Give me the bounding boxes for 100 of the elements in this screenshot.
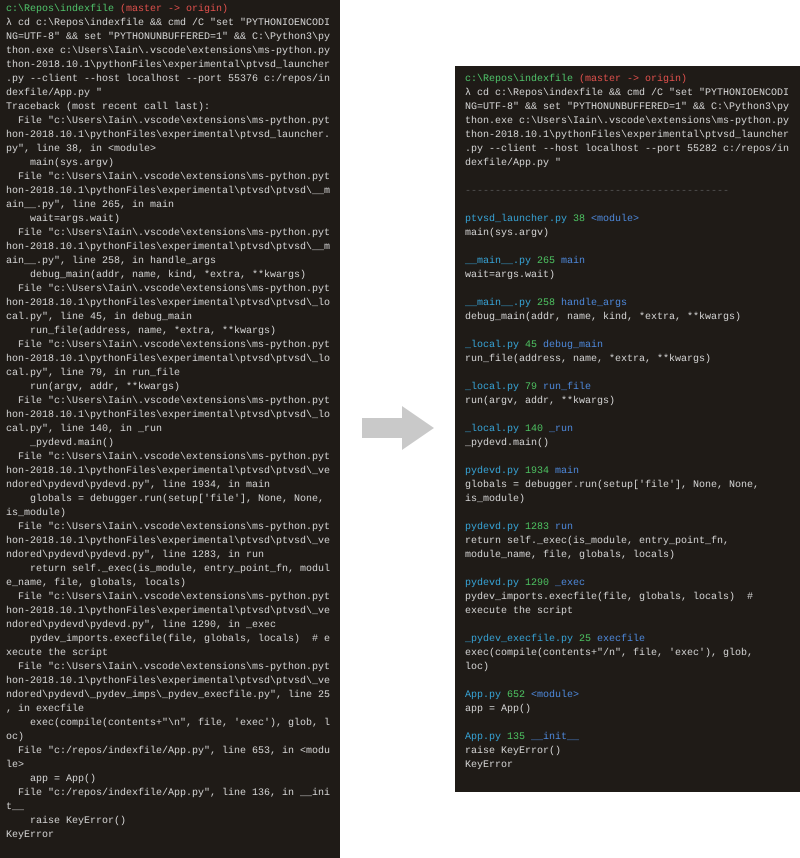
function-name: <module> (531, 689, 580, 703)
terminal-line: hon-2018.10.1\pythonFiles\experimental\ptvsd\ptvsd\_ve (6, 465, 332, 479)
function-name: run (555, 521, 574, 535)
terminal-line: py", line 38, in <module> (6, 143, 158, 157)
file-name: pydevd.py (465, 577, 520, 591)
line-number: 45 (525, 339, 538, 353)
terminal-line: t__ (6, 801, 26, 815)
terminal-line: le> (6, 759, 26, 773)
function-name: _run (549, 423, 574, 437)
terminal-line: File "c:\Users\Iain\.vscode\extensions\ms-python.pyt (17, 661, 332, 675)
code-line: pydev_imports.execfile(file, globals, locals) # (465, 591, 754, 605)
file-name: pydevd.py (465, 521, 520, 535)
code-line: module_name, file, globals, locals) (465, 549, 676, 563)
code-line: return self._exec(is_module, entry_point_fn, (465, 535, 730, 549)
function-name: __init__ (531, 731, 580, 745)
terminal-line: thon-2018.10.1\pythonFiles\experimental\ptvsd_launcher (465, 129, 790, 143)
terminal-line: cal.py", line 45, in debug_main (6, 311, 194, 325)
terminal-line: ndored\pydevd\pydevd.py", line 1290, in _exec (6, 619, 278, 633)
branch-name: (master -> origin) (579, 73, 688, 87)
code-line: is_module) (465, 493, 526, 507)
file-name: _pydev_execfile.py (465, 633, 574, 647)
function-name: _exec (555, 577, 586, 591)
code-line: globals = debugger.run(setup['file'], None, None, (465, 479, 760, 493)
terminal-line: run(argv, addr, **kwargs) (29, 381, 182, 395)
terminal-line: hon-2018.10.1\pythonFiles\experimental\ptvsd\ptvsd\_ve (6, 675, 332, 689)
terminal-line: thon.exe c:\Users\Iain\.vscode\extensions\ms-python.py (465, 115, 790, 129)
terminal-line: dexfile/App.py " (6, 87, 104, 101)
terminal-line: .py --client --host localhost --port 55282 c:/repos/in (465, 143, 790, 157)
line-number: 25 (579, 633, 592, 647)
terminal-line: thon-2018.10.1\pythonFiles\experimental\ptvsd_launcher (6, 59, 332, 73)
terminal-line: NG=UTF-8" && set "PYTHONUNBUFFERED=1" && C:\Python3\py (6, 31, 332, 45)
code-line: run(argv, addr, **kwargs) (465, 395, 616, 409)
terminal-line: File "c:\Users\Iain\.vscode\extensions\ms-python.pyt (17, 283, 332, 297)
file-name: pydevd.py (465, 465, 520, 479)
terminal-line: ain__.py", line 265, in main (6, 199, 176, 213)
separator-line: -------------------------------------------- (465, 185, 730, 199)
terminal-line: exec(compile(contents+"\n", file, 'exec'), glob, l (29, 717, 332, 731)
terminal-line: ain__.py", line 258, in handle_args (6, 255, 218, 269)
terminal-line: raise KeyError() (29, 815, 128, 829)
terminal-line: File "c:\Users\Iain\.vscode\extensions\ms-python.pyt (17, 339, 332, 353)
line-number: 38 (573, 213, 586, 227)
terminal-line: debug_main(addr, name, kind, *extra, **kwargs) (29, 269, 308, 283)
file-name: ptvsd_launcher.py (465, 213, 568, 227)
code-line: loc) (465, 661, 490, 675)
function-name: handle_args (561, 297, 628, 311)
terminal-line: thon.exe c:\Users\Iain\.vscode\extensions\ms-python.py (6, 45, 332, 59)
terminal-line: KeyError (6, 829, 56, 843)
line-number: 140 (525, 423, 544, 437)
terminal-line: run_file(address, name, *extra, **kwargs) (29, 325, 278, 339)
line-number: 265 (537, 255, 556, 269)
file-name: _local.py (465, 423, 520, 437)
prompt-path: c:\Repos\indexfile (465, 73, 574, 87)
code-line: run_file(address, name, *extra, **kwargs) (465, 353, 712, 367)
terminal-line: NG=UTF-8" && set "PYTHONUNBUFFERED=1" && C:\Python3\py (465, 101, 790, 115)
file-name: App.py (465, 689, 502, 703)
terminal-line: File "c:\Users\Iain\.vscode\extensions\ms-python.pyt (17, 395, 332, 409)
terminal-line: xecute the script (6, 647, 110, 661)
terminal-line: File "c:\Users\Iain\.vscode\extensions\ms-python.pyt (17, 521, 332, 535)
function-name: main (555, 465, 580, 479)
line-number: 258 (537, 297, 556, 311)
terminal-line: _pydevd.main() (29, 437, 116, 451)
code-line: wait=args.wait) (465, 269, 556, 283)
code-line: exec(compile(contents+"/n", file, 'exec'), glob, (465, 647, 754, 661)
terminal-line: is_module) (6, 507, 68, 521)
terminal-line: app = App() (29, 773, 98, 787)
terminal-line: , in execfile (6, 703, 86, 717)
terminal-line: pydev_imports.execfile(file, globals, locals) # e (29, 633, 332, 647)
terminal-line: File "c:\Users\Iain\.vscode\extensions\ms-python.pyt (17, 227, 332, 241)
terminal-line: wait=args.wait) (29, 213, 122, 227)
line-number: 135 (507, 731, 526, 745)
terminal-line: hon-2018.10.1\pythonFiles\experimental\ptvsd_launcher. (6, 129, 332, 143)
function-name: run_file (543, 381, 592, 395)
line-number: 1290 (525, 577, 550, 591)
code-line: _pydevd.main() (465, 437, 550, 451)
terminal-line: Traceback (most recent call last): (6, 101, 212, 115)
terminal-line: dexfile/App.py " (465, 157, 562, 171)
branch-name: (master -> origin) (120, 3, 228, 17)
terminal-line: return self._exec(is_module, entry_point_fn, modul (29, 563, 332, 577)
terminal-line: File "c:/repos/indexfile/App.py", line 653, in <modu (17, 745, 332, 759)
line-number: 1934 (525, 465, 550, 479)
terminal-line: cal.py", line 140, in _run (6, 423, 164, 437)
terminal-line: globals = debugger.run(setup['file'], None, None, (29, 493, 326, 507)
terminal-line: hon-2018.10.1\pythonFiles\experimental\ptvsd\ptvsd\_ve (6, 605, 332, 619)
code-line: raise KeyError() (465, 745, 562, 759)
function-name: debug_main (543, 339, 604, 353)
terminal-line: e_name, file, globals, locals) (6, 577, 188, 591)
error-message: KeyError (465, 759, 514, 773)
terminal-line: File "c:\Users\Iain\.vscode\extensions\ms-python.pyt (17, 115, 332, 129)
line-number: 1283 (525, 521, 550, 535)
line-number: 79 (525, 381, 538, 395)
terminal-line: cal.py", line 79, in run_file (6, 367, 182, 381)
terminal-line: λ cd c:\Repos\indexfile && cmd /C "set "PYTHONIOENCODI (6, 17, 332, 31)
file-name: __main__.py (465, 297, 532, 311)
code-line: main(sys.argv) (465, 227, 550, 241)
prompt-path: c:\Repos\indexfile (6, 3, 114, 17)
file-name: App.py (465, 731, 502, 745)
terminal-line: hon-2018.10.1\pythonFiles\experimental\ptvsd\ptvsd\_lo (6, 353, 332, 367)
terminal-line: .py --client --host localhost --port 55376 c:/repos/in (6, 73, 332, 87)
line-number: 652 (507, 689, 526, 703)
terminal-line: main(sys.argv) (29, 157, 116, 171)
